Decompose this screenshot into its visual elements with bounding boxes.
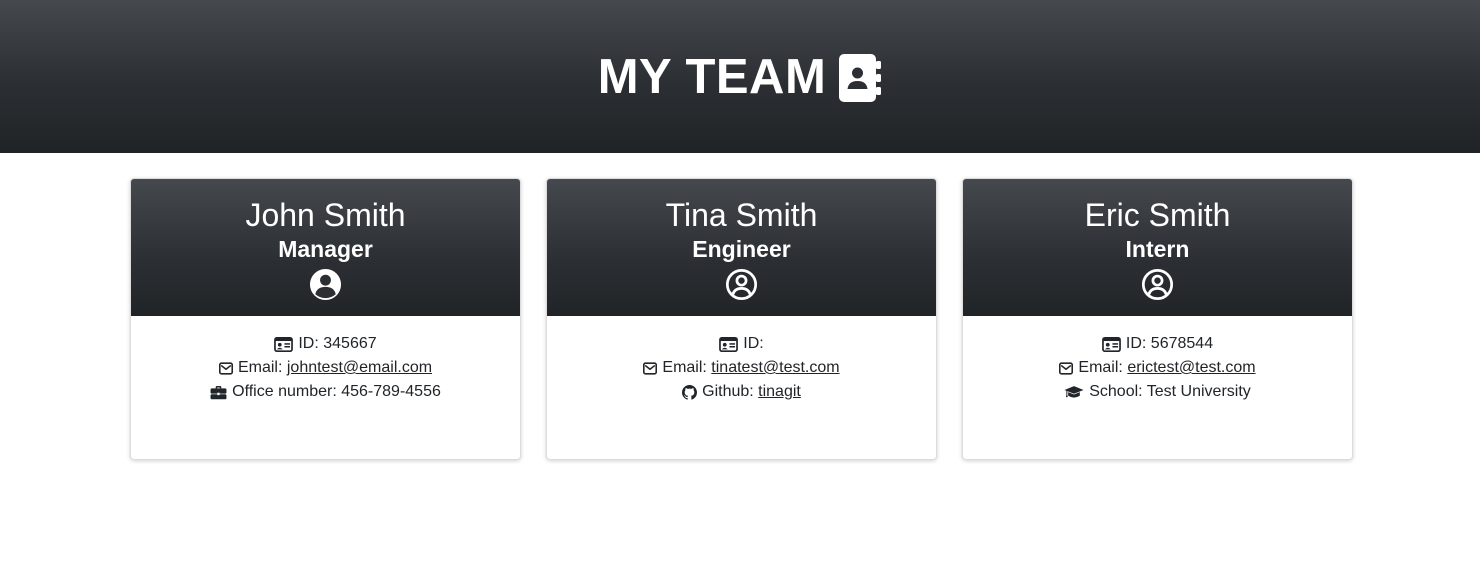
email-row: Email: tinatest@test.com bbox=[547, 356, 936, 380]
address-book-icon bbox=[839, 53, 882, 102]
user-circle-outline-icon bbox=[1141, 268, 1174, 301]
github-row: Github: tinagit bbox=[547, 380, 936, 404]
school-name: Test University bbox=[1146, 383, 1251, 400]
employee-name: Eric Smith bbox=[1084, 197, 1231, 233]
briefcase-icon bbox=[210, 385, 227, 400]
envelope-icon bbox=[219, 362, 233, 375]
page-header: MY TEAM bbox=[0, 0, 1480, 153]
id-label: ID: bbox=[1125, 335, 1151, 352]
id-label: ID: bbox=[298, 335, 324, 352]
card-header: Tina Smith Engineer bbox=[547, 179, 936, 316]
page-title: MY TEAM bbox=[597, 50, 827, 104]
employee-card-engineer: Tina Smith Engineer ID: Email: tinatest@… bbox=[546, 178, 937, 460]
office-row: Office number: 456-789-4556 bbox=[131, 380, 520, 404]
email-label: Email: bbox=[1078, 359, 1128, 376]
github-link[interactable]: tinagit bbox=[758, 383, 801, 400]
team-cards: John Smith Manager ID: 345667 Email: joh… bbox=[0, 153, 1480, 565]
header-title: MY TEAM bbox=[598, 53, 883, 103]
card-body: ID: Email: tinatest@test.com Github: tin… bbox=[547, 316, 936, 404]
id-row: ID: bbox=[547, 332, 936, 356]
email-link[interactable]: erictest@test.com bbox=[1127, 359, 1255, 376]
card-body: ID: 345667 Email: johntest@email.com Off… bbox=[131, 316, 520, 404]
github-icon bbox=[682, 385, 697, 400]
employee-card-intern: Eric Smith Intern ID: 5678544 Email: eri… bbox=[962, 178, 1353, 460]
id-value: 345667 bbox=[323, 335, 377, 352]
employee-role: Manager bbox=[278, 236, 373, 262]
employee-name: Tina Smith bbox=[665, 197, 818, 233]
id-card-icon bbox=[719, 337, 738, 352]
school-row: School: Test University bbox=[963, 380, 1352, 404]
id-label: ID: bbox=[743, 335, 764, 352]
email-link[interactable]: tinatest@test.com bbox=[711, 359, 839, 376]
graduation-cap-icon bbox=[1064, 385, 1084, 400]
user-circle-outline-icon bbox=[725, 268, 758, 301]
envelope-icon bbox=[643, 362, 657, 375]
employee-name: John Smith bbox=[245, 197, 406, 233]
employee-role: Intern bbox=[1125, 236, 1190, 262]
email-label: Email: bbox=[237, 359, 287, 376]
card-body: ID: 5678544 Email: erictest@test.com Sch… bbox=[963, 316, 1352, 404]
id-row: ID: 5678544 bbox=[963, 332, 1352, 356]
card-header: Eric Smith Intern bbox=[963, 179, 1352, 316]
office-number: 456-789-4556 bbox=[341, 383, 441, 400]
id-card-icon bbox=[1102, 337, 1121, 352]
card-header: John Smith Manager bbox=[131, 179, 520, 316]
school-label: School: bbox=[1089, 383, 1147, 400]
email-link[interactable]: johntest@email.com bbox=[287, 359, 432, 376]
envelope-icon bbox=[1059, 362, 1073, 375]
id-card-icon bbox=[274, 337, 293, 352]
user-circle-solid-icon bbox=[309, 268, 342, 301]
id-value: 5678544 bbox=[1150, 335, 1214, 352]
employee-card-manager: John Smith Manager ID: 345667 Email: joh… bbox=[130, 178, 521, 460]
email-row: Email: erictest@test.com bbox=[963, 356, 1352, 380]
email-row: Email: johntest@email.com bbox=[131, 356, 520, 380]
office-label: Office number: bbox=[232, 383, 342, 400]
id-row: ID: 345667 bbox=[131, 332, 520, 356]
email-label: Email: bbox=[662, 359, 712, 376]
employee-role: Engineer bbox=[692, 236, 791, 262]
github-label: Github: bbox=[702, 383, 759, 400]
